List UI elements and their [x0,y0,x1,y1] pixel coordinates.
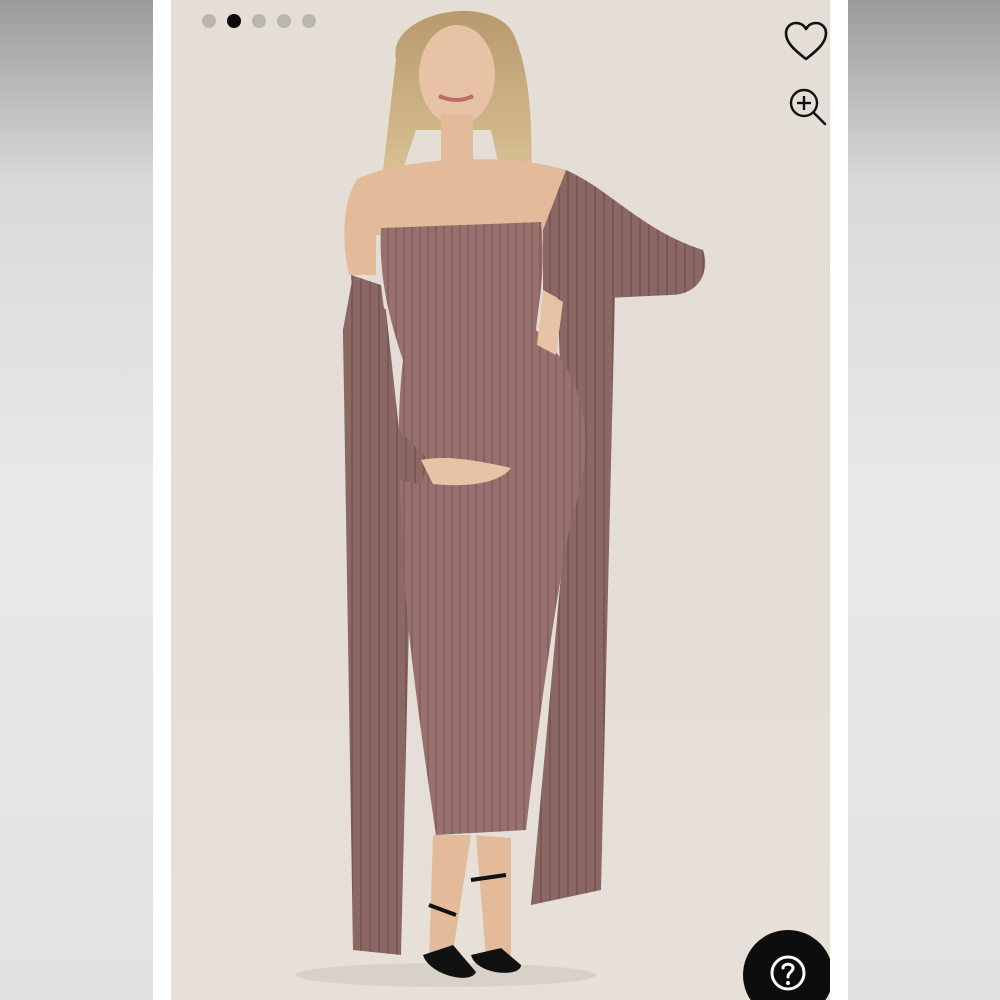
question-mark-icon [768,953,808,998]
left-blurred-backdrop [0,0,153,1000]
carousel-dot-3[interactable] [252,14,266,28]
carousel-dot-2[interactable] [227,14,241,28]
heart-icon [783,20,829,67]
zoom-in-icon [787,86,830,135]
carousel-dot-5[interactable] [302,14,316,28]
zoom-button[interactable] [783,84,830,136]
carousel-dot-1[interactable] [202,14,216,28]
right-blurred-backdrop [847,0,1000,1000]
product-photo[interactable] [171,0,830,1000]
favorite-button[interactable] [780,17,830,69]
carousel-pagination [202,14,316,28]
carousel-dot-4[interactable] [277,14,291,28]
screenshot-canvas [0,0,1000,1000]
product-image-frame [153,0,848,1000]
